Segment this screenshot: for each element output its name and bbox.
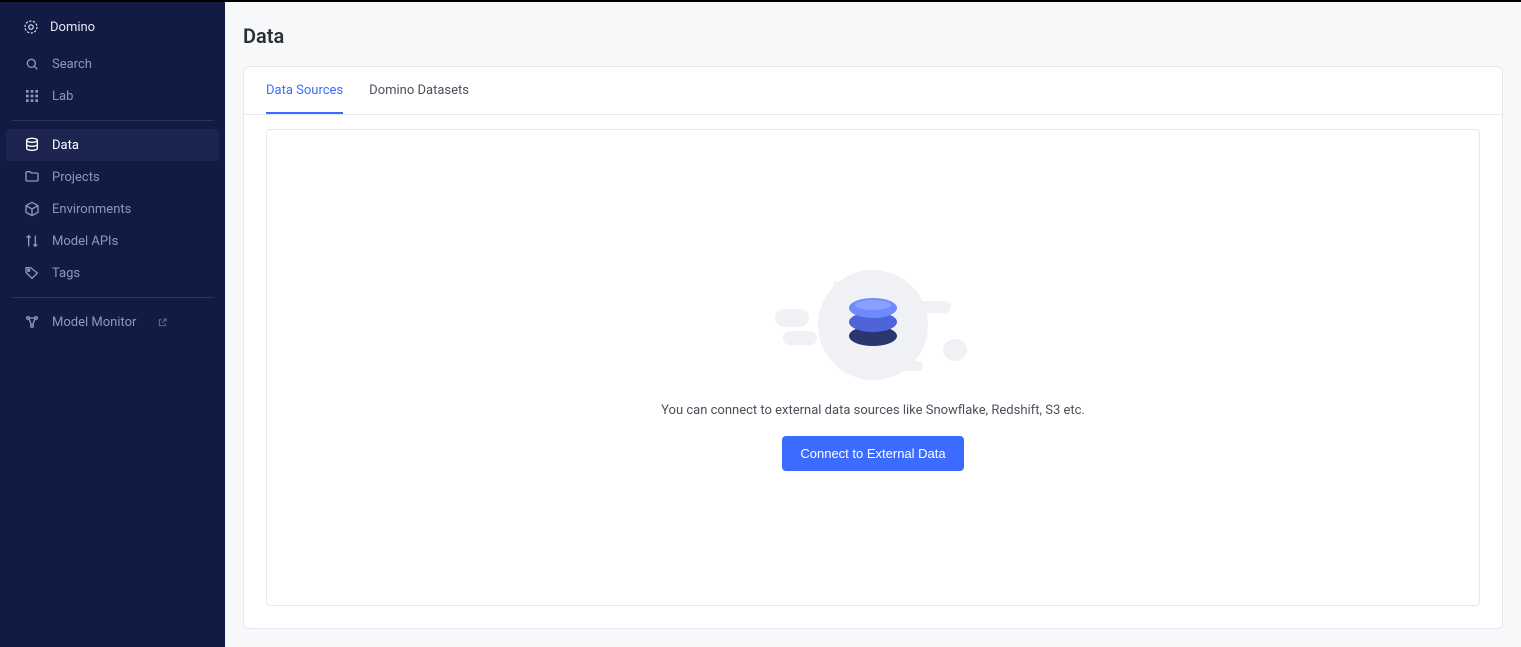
sidebar-item-projects[interactable]: Projects: [0, 161, 225, 193]
datasource-hero-icon: [773, 265, 973, 385]
sidebar-item-tags[interactable]: Tags: [0, 257, 225, 289]
empty-state: You can connect to external data sources…: [266, 129, 1480, 606]
app-root: Domino Search Lab Data: [0, 0, 1521, 647]
nav-group-top: Search Lab: [0, 46, 225, 114]
sidebar-item-label: Projects: [52, 170, 100, 185]
sidebar: Domino Search Lab Data: [0, 2, 225, 647]
tabs: Data Sources Domino Datasets: [244, 67, 1502, 115]
arrows-icon: [24, 233, 40, 249]
sidebar-item-model-monitor[interactable]: Model Monitor: [0, 306, 225, 338]
tab-label: Data Sources: [266, 83, 343, 98]
external-link-icon: [154, 314, 170, 330]
nav-divider: [12, 120, 213, 121]
cube-icon: [24, 201, 40, 217]
sidebar-item-search[interactable]: Search: [0, 48, 225, 80]
empty-state-message: You can connect to external data sources…: [661, 403, 1085, 418]
grid-icon: [24, 88, 40, 104]
sidebar-item-environments[interactable]: Environments: [0, 193, 225, 225]
tab-label: Domino Datasets: [369, 83, 469, 98]
nav-divider: [12, 297, 213, 298]
tab-domino-datasets[interactable]: Domino Datasets: [369, 67, 469, 114]
sidebar-item-label: Model Monitor: [52, 315, 136, 330]
tag-icon: [24, 265, 40, 281]
sidebar-item-model-apis[interactable]: Model APIs: [0, 225, 225, 257]
content-card: Data Sources Domino Datasets: [243, 66, 1503, 629]
domino-logo-icon: [22, 18, 40, 36]
sidebar-item-label: Lab: [52, 89, 73, 104]
tab-panel: You can connect to external data sources…: [244, 115, 1502, 628]
brand[interactable]: Domino: [0, 8, 225, 46]
main-area: Data Data Sources Domino Datasets: [225, 2, 1521, 647]
sidebar-item-lab[interactable]: Lab: [0, 80, 225, 112]
sidebar-item-label: Model APIs: [52, 234, 118, 249]
folder-icon: [24, 169, 40, 185]
monitor-icon: [24, 314, 40, 330]
search-icon: [24, 56, 40, 72]
sidebar-item-data[interactable]: Data: [6, 129, 219, 161]
sidebar-item-label: Environments: [52, 202, 131, 217]
nav-group-main: Data Projects Environments Model APIs: [0, 127, 225, 291]
nav-group-bottom: Model Monitor: [0, 304, 225, 340]
tab-data-sources[interactable]: Data Sources: [266, 67, 343, 114]
page-title: Data: [225, 2, 1521, 66]
sidebar-item-label: Data: [52, 138, 79, 153]
sidebar-item-label: Tags: [52, 266, 80, 281]
connect-external-data-button[interactable]: Connect to External Data: [782, 436, 963, 471]
brand-label: Domino: [50, 20, 95, 35]
sidebar-item-label: Search: [52, 57, 92, 72]
database-icon: [24, 137, 40, 153]
